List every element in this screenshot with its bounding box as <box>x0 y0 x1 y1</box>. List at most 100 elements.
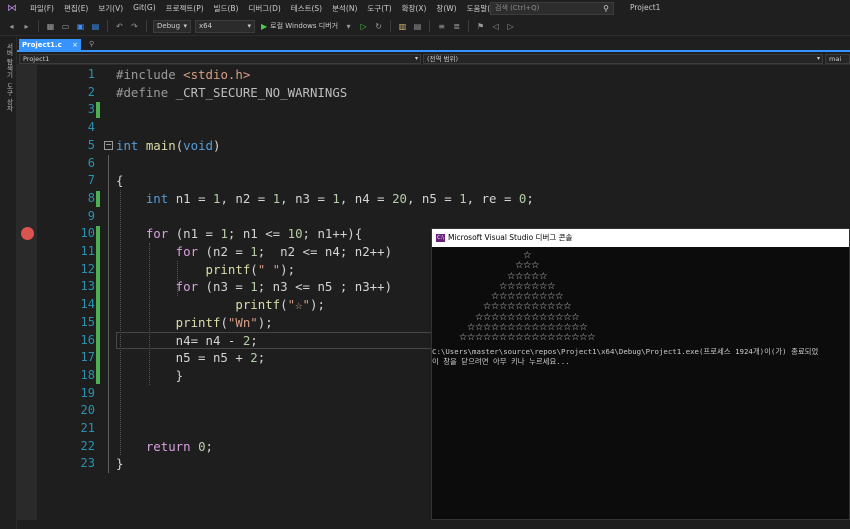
menu-item[interactable]: 빌드(B) <box>209 3 244 14</box>
comment-icon[interactable]: ≡ <box>436 21 447 32</box>
code-token: (n2 = <box>205 244 251 259</box>
scope-nav-select[interactable]: (전역 범위) ▾ <box>423 54 823 64</box>
code-line[interactable]: for (n2 = 1; n2 <= n4; n2++) <box>116 243 392 261</box>
menu-item[interactable]: 편집(E) <box>59 3 93 14</box>
visual-studio-logo-icon[interactable]: ⋈ <box>5 3 19 15</box>
configuration-select[interactable]: Debug ▾ <box>153 19 191 33</box>
next-bookmark-icon[interactable]: ▷ <box>505 21 516 32</box>
member-nav-value: mai <box>829 55 842 63</box>
start-without-debugging-icon[interactable]: ▷ <box>358 21 369 32</box>
toolbox-tab[interactable]: 도구 상자 <box>4 83 14 111</box>
code-token: int <box>116 137 146 153</box>
code-line[interactable]: } <box>116 455 123 473</box>
code-token: for <box>116 279 206 295</box>
new-item-icon[interactable]: ▦ <box>45 21 56 32</box>
search-input[interactable]: 검색 (Ctrl+Q) ⚲ <box>490 2 614 15</box>
search-icon: ⚲ <box>603 4 609 13</box>
code-line[interactable]: n5 = n5 + 2; <box>116 349 266 367</box>
menu-item[interactable]: 분석(N) <box>327 3 362 14</box>
change-indicator <box>96 226 100 384</box>
chevron-down-icon: ▾ <box>247 21 251 30</box>
close-icon[interactable]: × <box>72 39 78 52</box>
toolbar: ◂ ▸ ▦ ▭ ▣ ▤ ↶ ↷ Debug ▾ x64 ▾ ▶ 로컬 Windows… <box>0 17 850 36</box>
code-line[interactable]: printf(" "); <box>116 261 296 279</box>
run-play-icon[interactable]: ▶ <box>261 22 267 31</box>
menu-item[interactable]: 프로젝트(P) <box>161 3 209 14</box>
prev-bookmark-icon[interactable]: ◁ <box>490 21 501 32</box>
code-line[interactable]: n4= n4 - 2; <box>116 332 258 350</box>
line-number: 8 <box>87 190 95 205</box>
menu-item[interactable]: 테스트(S) <box>286 3 327 14</box>
code-token: 10 <box>287 226 303 242</box>
chevron-down-icon[interactable]: ▾ <box>343 21 354 32</box>
code-token: 1 <box>220 226 228 242</box>
code-token: for <box>116 226 176 242</box>
code-token: #define <box>116 84 176 100</box>
pin-icon[interactable]: ⚲ <box>89 40 94 48</box>
code-token: ; n1++){ <box>302 226 363 242</box>
debug-console-window[interactable]: C:\ Microsoft Visual Studio 디버그 콘솔 ☆ ☆☆☆ ☆… <box>431 228 850 520</box>
code-token: 1 <box>250 244 258 259</box>
code-line[interactable]: #include <stdio.h> <box>116 66 250 84</box>
menu-item[interactable]: 파일(F) <box>25 3 59 14</box>
code-line[interactable]: for (n1 = 1; n1 <= 10; n1++){ <box>116 225 362 243</box>
menu-item[interactable]: 창(W) <box>431 3 461 14</box>
platform-select[interactable]: x64 ▾ <box>195 19 255 33</box>
chevron-down-icon: ▾ <box>816 55 820 62</box>
menu-item[interactable]: 디버그(D) <box>243 3 285 14</box>
line-number: 9 <box>87 208 95 223</box>
code-line[interactable]: printf("☆"); <box>116 296 325 314</box>
code-token: (n3 = <box>205 279 251 295</box>
menu-item[interactable]: 보기(V) <box>93 3 128 14</box>
menu-items: 파일(F) 편집(E) 보기(V) Git(G) 프로젝트(P) 빌드(B) 디버그(D) 테… <box>25 3 504 14</box>
code-line[interactable]: printf("Wn"); <box>116 314 273 332</box>
line-number: 19 <box>80 385 95 400</box>
save-all-icon[interactable]: ▤ <box>90 21 101 32</box>
code-line[interactable]: #define _CRT_SECURE_NO_WARNINGS <box>116 84 347 102</box>
fold-toggle-icon[interactable]: − <box>104 140 113 150</box>
line-number: 21 <box>80 421 95 435</box>
properties-icon[interactable]: ▤ <box>412 21 423 32</box>
menu-item[interactable]: 도구(T) <box>362 3 396 14</box>
glyph-margin[interactable] <box>17 65 37 529</box>
code-token: ); <box>309 297 325 313</box>
run-debugger-button[interactable]: 로컬 Windows 디버거 <box>270 21 338 31</box>
code-token: <stdio.h> <box>183 67 251 82</box>
tab-project1-c[interactable]: Project1.c × <box>19 39 81 52</box>
menu-item[interactable]: Git(G) <box>128 3 161 14</box>
save-icon[interactable]: ▣ <box>75 21 86 32</box>
bookmark-icon[interactable]: ⚑ <box>475 21 486 32</box>
code-token: ) <box>213 137 221 153</box>
code-token: n4= n4 - <box>116 332 243 348</box>
member-nav-select[interactable]: mai <box>825 54 850 64</box>
code-line[interactable]: { <box>116 172 123 190</box>
server-explorer-tab[interactable]: 서버 탐색기 <box>4 43 14 78</box>
code-token: main <box>145 137 176 153</box>
code-line[interactable]: int main(void) <box>116 137 220 155</box>
solution-explorer-icon[interactable]: ▥ <box>397 21 408 32</box>
code-token: ; <box>257 350 266 366</box>
code-line[interactable]: } <box>116 367 183 385</box>
line-number: 15 <box>80 314 95 329</box>
code-token: ( <box>250 261 258 277</box>
line-number: 18 <box>80 367 95 382</box>
console-titlebar[interactable]: C:\ Microsoft Visual Studio 디버그 콘솔 <box>432 229 849 247</box>
project-nav-select[interactable]: Project1 ▾ <box>19 54 421 64</box>
code-token: 1 <box>250 279 258 295</box>
uncomment-icon[interactable]: ≣ <box>451 21 462 32</box>
code-line[interactable]: return 0; <box>116 438 213 456</box>
redo-icon[interactable]: ↷ <box>129 21 140 32</box>
forward-icon[interactable]: ▸ <box>21 21 32 32</box>
open-file-icon[interactable]: ▭ <box>60 21 71 32</box>
console-app-icon: C:\ <box>436 234 445 242</box>
change-indicator <box>96 102 100 119</box>
code-line[interactable]: int n1 = 1, n2 = 1, n3 = 1, n4 = 20, n5 … <box>116 190 534 208</box>
code-line[interactable]: for (n3 = 1; n3 <= n5 ; n3++) <box>116 278 392 296</box>
undo-icon[interactable]: ↶ <box>114 21 125 32</box>
hot-reload-icon[interactable]: ↻ <box>373 21 384 32</box>
back-icon[interactable]: ◂ <box>6 21 17 32</box>
line-number: 2 <box>87 84 95 99</box>
code-token: "☆" <box>287 297 310 313</box>
menu-item[interactable]: 확장(X) <box>397 3 432 14</box>
code-token: 0 <box>198 438 206 454</box>
